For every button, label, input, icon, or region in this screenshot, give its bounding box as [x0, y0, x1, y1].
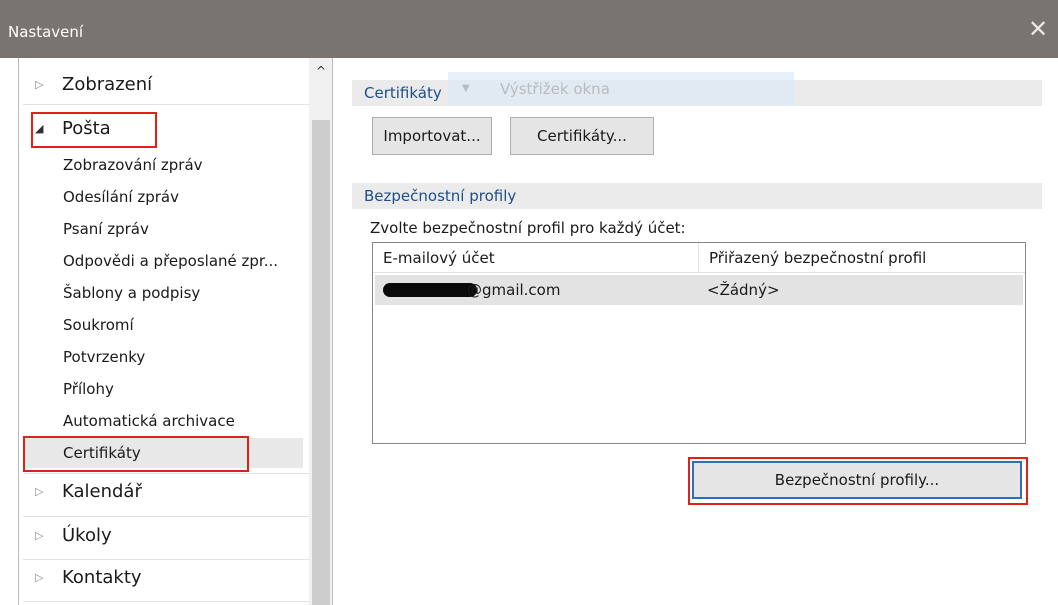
tree-item-psani-zprav[interactable]: Psaní zpráv: [63, 215, 149, 243]
pane-divider: [332, 58, 333, 605]
tree-item-label: Kontakty: [62, 567, 142, 588]
tree-item-automaticka-archivace[interactable]: Automatická archivace: [63, 407, 235, 435]
scroll-thumb[interactable]: [312, 120, 330, 605]
tree-item-ukoly[interactable]: ▷ Úkoly: [19, 519, 309, 553]
table-row[interactable]: @gmail.com <Žádný>: [375, 275, 1023, 305]
snipping-tool-ghost: ▼ Výstřižek okna: [448, 72, 794, 106]
settings-content: Certifikáty Importovat... Certifikáty...…: [342, 58, 1058, 605]
tree-item-kontakty[interactable]: ▷ Kontakty: [19, 561, 309, 595]
divider: [23, 601, 309, 602]
divider: [23, 516, 309, 517]
highlight-box-certifikaty: [23, 436, 249, 472]
tree-item-sablony-a-podpisy[interactable]: Šablony a podpisy: [63, 279, 200, 307]
highlight-box-security-profiles: [688, 457, 1028, 505]
import-button[interactable]: Importovat...: [372, 117, 492, 155]
security-profiles-header: Bezpečnostní profily: [352, 183, 1042, 209]
dropdown-arrow-icon: ▼: [462, 83, 470, 94]
tree-item-label: Zobrazení: [62, 74, 153, 95]
certificates-button[interactable]: Certifikáty...: [510, 117, 654, 155]
column-header-account[interactable]: E-mailový účet: [373, 243, 699, 273]
tree-item-potvrzenky[interactable]: Potvrzenky: [63, 343, 145, 371]
tree-item-kalendar[interactable]: ▷ Kalendář: [19, 475, 309, 509]
tree-item-label: Kalendář: [62, 481, 142, 502]
expand-arrow-icon[interactable]: ▷: [35, 561, 43, 595]
tree-item-prilohy[interactable]: Přílohy: [63, 375, 114, 403]
assigned-profile: <Žádný>: [707, 281, 780, 299]
expand-arrow-icon[interactable]: ▷: [35, 68, 43, 102]
tree-scrollbar[interactable]: ^: [309, 58, 333, 605]
redacted-username: [383, 283, 477, 297]
title-bar: Nastavení ✕: [0, 0, 1058, 58]
tree-item-zobrazeni[interactable]: ▷ Zobrazení: [19, 68, 309, 102]
divider: [23, 559, 309, 560]
account-email: @gmail.com: [467, 281, 561, 299]
tree-item-odpovedi[interactable]: Odpovědi a přeposlané zpr...: [63, 247, 278, 275]
tree-item-odesilani-zprav[interactable]: Odesílání zpráv: [63, 183, 179, 211]
scroll-up-icon[interactable]: ^: [313, 64, 329, 80]
ghost-label: Výstřižek okna: [500, 80, 610, 98]
settings-tree: ▷ Zobrazení ◢ Pošta Zobrazování zpráv Od…: [18, 58, 333, 605]
column-header-profile[interactable]: Přiřazený bezpečnostní profil: [699, 243, 1025, 273]
account-list[interactable]: E-mailový účet Přiřazený bezpečnostní pr…: [372, 242, 1026, 444]
expand-arrow-icon[interactable]: ▷: [35, 519, 43, 553]
window-title: Nastavení: [8, 23, 84, 41]
tree-item-label: Úkoly: [62, 525, 112, 546]
close-icon[interactable]: ✕: [1026, 16, 1050, 42]
security-prompt: Zvolte bezpečnostní profil pro každý úče…: [370, 219, 686, 237]
divider: [23, 104, 309, 105]
tree-item-zobrazovani-zprav[interactable]: Zobrazování zpráv: [63, 151, 203, 179]
divider: [23, 473, 309, 474]
highlight-box-posta: [31, 112, 157, 148]
tree-item-soukromi[interactable]: Soukromí: [63, 311, 134, 339]
expand-arrow-icon[interactable]: ▷: [35, 475, 43, 509]
